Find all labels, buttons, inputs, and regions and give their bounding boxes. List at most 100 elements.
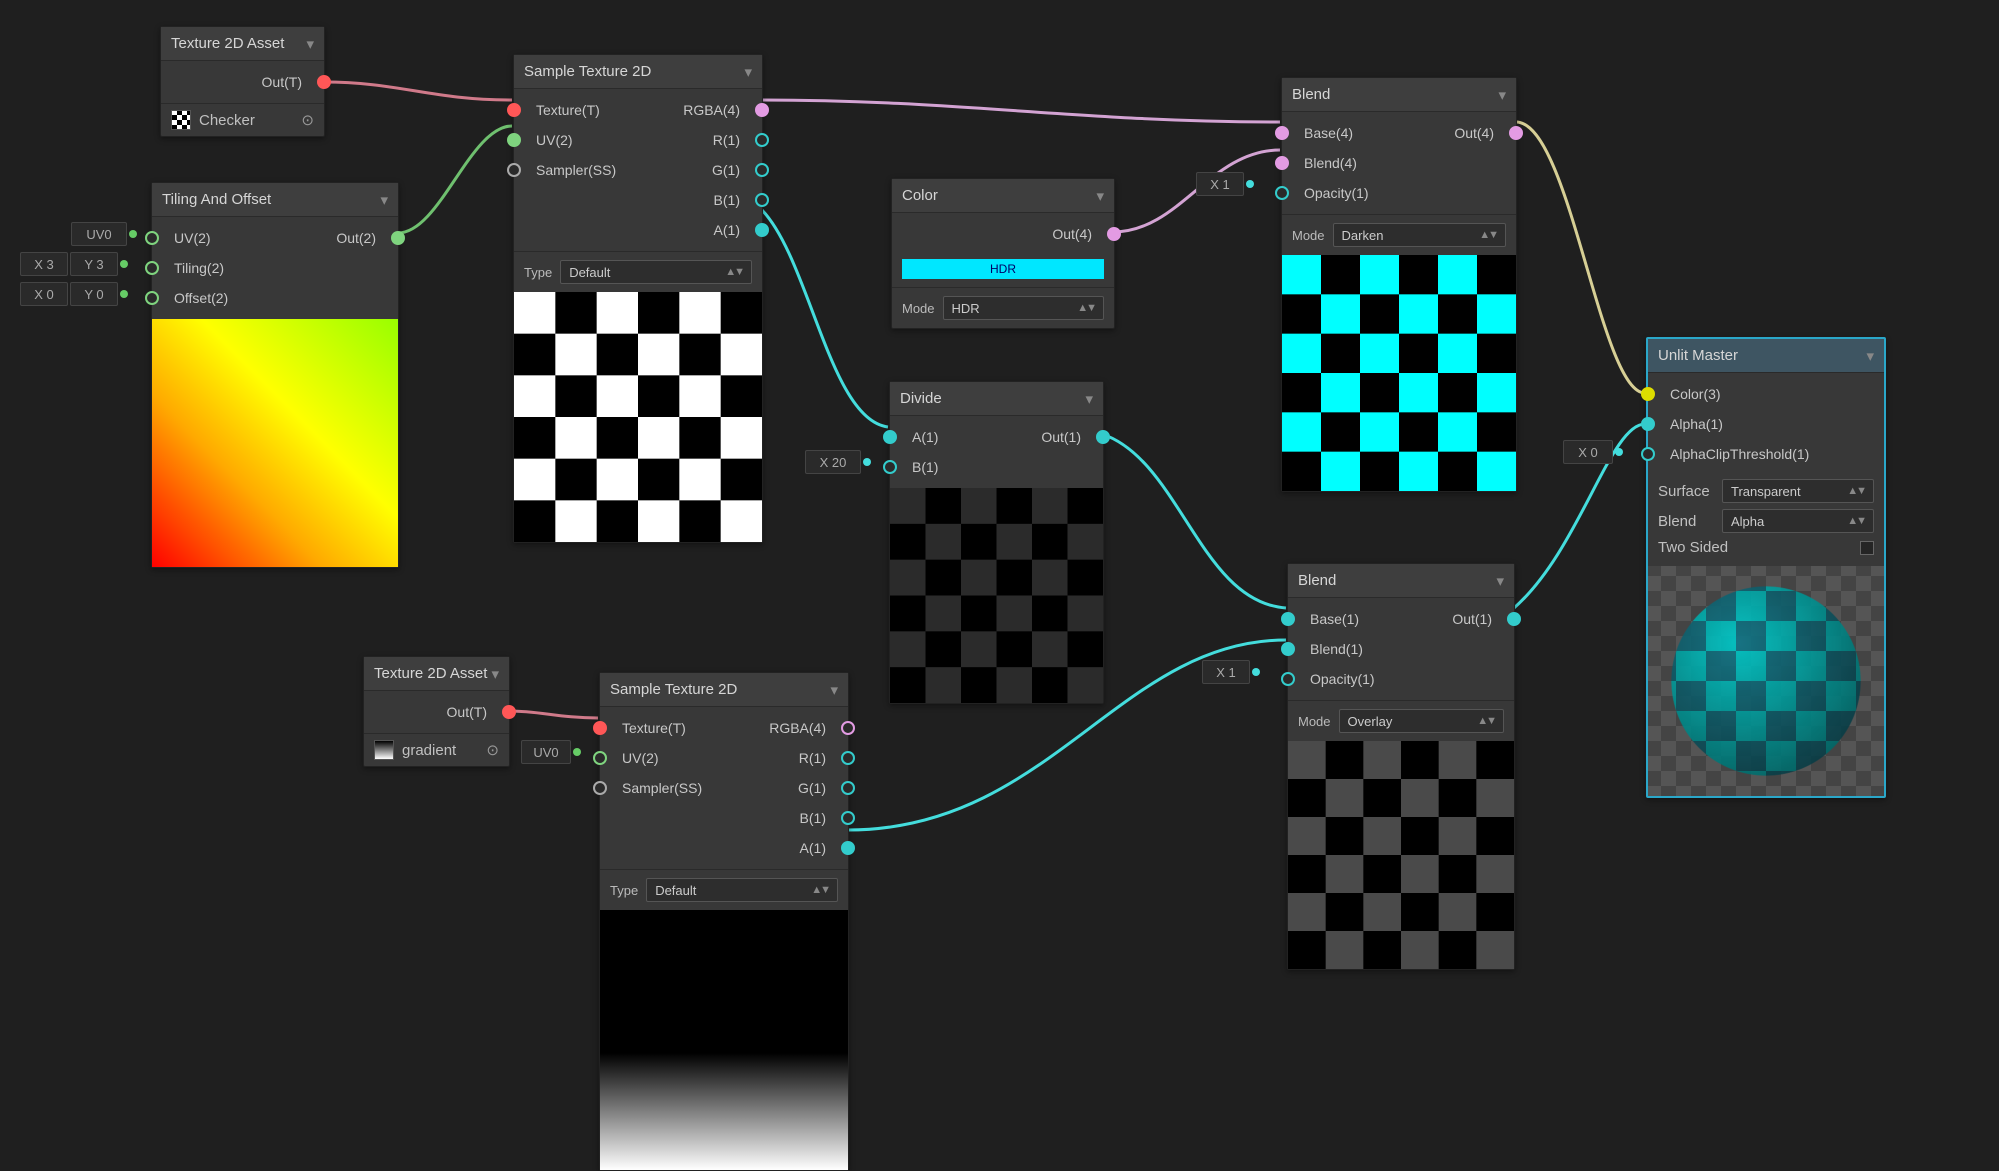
in-blend[interactable]: [1275, 156, 1289, 170]
out-port[interactable]: [1107, 227, 1121, 241]
node-header[interactable]: Tiling And Offset ▾: [152, 183, 398, 217]
port-label: Out(T): [447, 704, 487, 720]
out-a[interactable]: [755, 223, 769, 237]
in-sampler[interactable]: [593, 781, 607, 795]
chevron-down-icon[interactable]: ▾: [830, 681, 838, 699]
in-alpha[interactable]: [1641, 417, 1655, 431]
out-port[interactable]: [1507, 612, 1521, 626]
blend1-opacity-dock[interactable]: X 1: [1196, 172, 1254, 196]
in-opacity[interactable]: [1275, 186, 1289, 200]
out-rgba[interactable]: [755, 103, 769, 117]
node-tiling-and-offset[interactable]: Tiling And Offset ▾ UV(2) Out(2) Tiling(…: [151, 182, 399, 568]
node-texture-asset-1[interactable]: Texture 2D Asset ▾ Out(T) Checker ⊙: [160, 26, 325, 137]
out-port[interactable]: [1096, 430, 1110, 444]
chevron-down-icon[interactable]: ▾: [1085, 390, 1093, 408]
offset-x[interactable]: X 0: [20, 282, 68, 306]
chevron-down-icon[interactable]: ▾: [491, 665, 499, 683]
in-uv[interactable]: [507, 133, 521, 147]
input-port-offset[interactable]: [145, 291, 159, 305]
out-b[interactable]: [841, 811, 855, 825]
type-select[interactable]: Default▲▼: [646, 878, 838, 902]
opacity-value[interactable]: X 1: [1202, 660, 1250, 684]
chevron-down-icon[interactable]: ▾: [1096, 187, 1104, 205]
in-color[interactable]: [1641, 387, 1655, 401]
out-a[interactable]: [841, 841, 855, 855]
node-color[interactable]: Color▾ Out(4) HDR ModeHDR▲▼: [891, 178, 1115, 329]
node-blend-2[interactable]: Blend▾ Base(1)Out(1) Blend(1) Opacity(1)…: [1287, 563, 1515, 970]
node-blend-1[interactable]: Blend▾ Base(4)Out(4) Blend(4) Opacity(1)…: [1281, 77, 1517, 492]
output-port[interactable]: [502, 705, 516, 719]
master-clip-dock[interactable]: X 0: [1563, 440, 1623, 464]
output-port[interactable]: [317, 75, 331, 89]
mode-label: Mode: [1298, 714, 1331, 729]
sample2-uv-dock[interactable]: UV0: [521, 740, 581, 764]
node-unlit-master[interactable]: Unlit Master▾ Color(3) Alpha(1) AlphaCli…: [1646, 337, 1886, 798]
in-b[interactable]: [883, 460, 897, 474]
port-label: Alpha(1): [1670, 416, 1723, 432]
out-g[interactable]: [755, 163, 769, 177]
mode-select[interactable]: HDR▲▼: [943, 296, 1104, 320]
out-g[interactable]: [841, 781, 855, 795]
port-label: Sampler(SS): [622, 780, 702, 796]
tiling-x[interactable]: X 3: [20, 252, 68, 276]
opacity-value[interactable]: X 1: [1196, 172, 1244, 196]
two-sided-toggle[interactable]: [1860, 541, 1874, 555]
chevron-down-icon[interactable]: ▾: [1498, 86, 1506, 104]
picker-icon[interactable]: ⊙: [486, 741, 499, 759]
node-title: Sample Texture 2D: [610, 681, 737, 698]
in-texture[interactable]: [507, 103, 521, 117]
in-uv[interactable]: [593, 751, 607, 765]
divide-b-value[interactable]: X 20: [805, 450, 861, 474]
surface-select[interactable]: Transparent▲▼: [1722, 479, 1874, 503]
color-swatch[interactable]: HDR: [902, 259, 1104, 279]
blend-select[interactable]: Alpha▲▼: [1722, 509, 1874, 533]
out-rgba[interactable]: [841, 721, 855, 735]
clip-value[interactable]: X 0: [1563, 440, 1613, 464]
node-divide[interactable]: Divide▾ A(1)Out(1) B(1): [889, 381, 1104, 704]
node-sample-texture-2d-1[interactable]: Sample Texture 2D ▾ Texture(T)RGBA(4) UV…: [513, 54, 763, 543]
out-port[interactable]: [1509, 126, 1523, 140]
chevron-down-icon[interactable]: ▾: [380, 191, 388, 209]
port-label: UV(2): [536, 132, 573, 148]
offset-y[interactable]: Y 0: [70, 282, 118, 306]
in-opacity[interactable]: [1281, 672, 1295, 686]
tiling-xy-dock[interactable]: X 3 Y 3: [20, 252, 128, 276]
mode-select[interactable]: Overlay▲▼: [1339, 709, 1504, 733]
type-select[interactable]: Default▲▼: [560, 260, 752, 284]
input-port-tiling[interactable]: [145, 261, 159, 275]
in-texture[interactable]: [593, 721, 607, 735]
mode-value: HDR: [952, 301, 980, 316]
in-base[interactable]: [1275, 126, 1289, 140]
out-r[interactable]: [841, 751, 855, 765]
type-value: Default: [569, 265, 610, 280]
node-header[interactable]: Sample Texture 2D ▾: [514, 55, 762, 89]
in-clip[interactable]: [1641, 447, 1655, 461]
node-texture-asset-2[interactable]: Texture 2D Asset▾ Out(T) gradient ⊙: [363, 656, 510, 767]
in-a[interactable]: [883, 430, 897, 444]
in-blend[interactable]: [1281, 642, 1295, 656]
chevron-down-icon[interactable]: ▾: [1496, 572, 1504, 590]
input-port-uv[interactable]: [145, 231, 159, 245]
out-r[interactable]: [755, 133, 769, 147]
tiling-uv-dock[interactable]: UV0: [71, 222, 137, 246]
mode-select[interactable]: Darken▲▼: [1333, 223, 1506, 247]
chevron-down-icon[interactable]: ▾: [306, 35, 314, 53]
picker-icon[interactable]: ⊙: [301, 111, 314, 129]
uv-value[interactable]: UV0: [521, 740, 571, 764]
chevron-down-icon[interactable]: ▾: [1866, 347, 1874, 365]
asset-picker-row[interactable]: Checker ⊙: [161, 103, 324, 136]
in-base[interactable]: [1281, 612, 1295, 626]
port-label: G(1): [712, 162, 740, 178]
node-sample-texture-2d-2[interactable]: Sample Texture 2D▾ Texture(T)RGBA(4) UV(…: [599, 672, 849, 1171]
tiling-y[interactable]: Y 3: [70, 252, 118, 276]
node-header[interactable]: Texture 2D Asset ▾: [161, 27, 324, 61]
output-port[interactable]: [391, 231, 405, 245]
out-b[interactable]: [755, 193, 769, 207]
offset-xy-dock[interactable]: X 0 Y 0: [20, 282, 128, 306]
dock-uv[interactable]: UV0: [71, 222, 127, 246]
in-sampler[interactable]: [507, 163, 521, 177]
blend2-opacity-dock[interactable]: X 1: [1202, 660, 1260, 684]
chevron-down-icon[interactable]: ▾: [744, 63, 752, 81]
asset-picker-row[interactable]: gradient ⊙: [364, 733, 509, 766]
divide-b-dock[interactable]: X 20: [805, 450, 871, 474]
